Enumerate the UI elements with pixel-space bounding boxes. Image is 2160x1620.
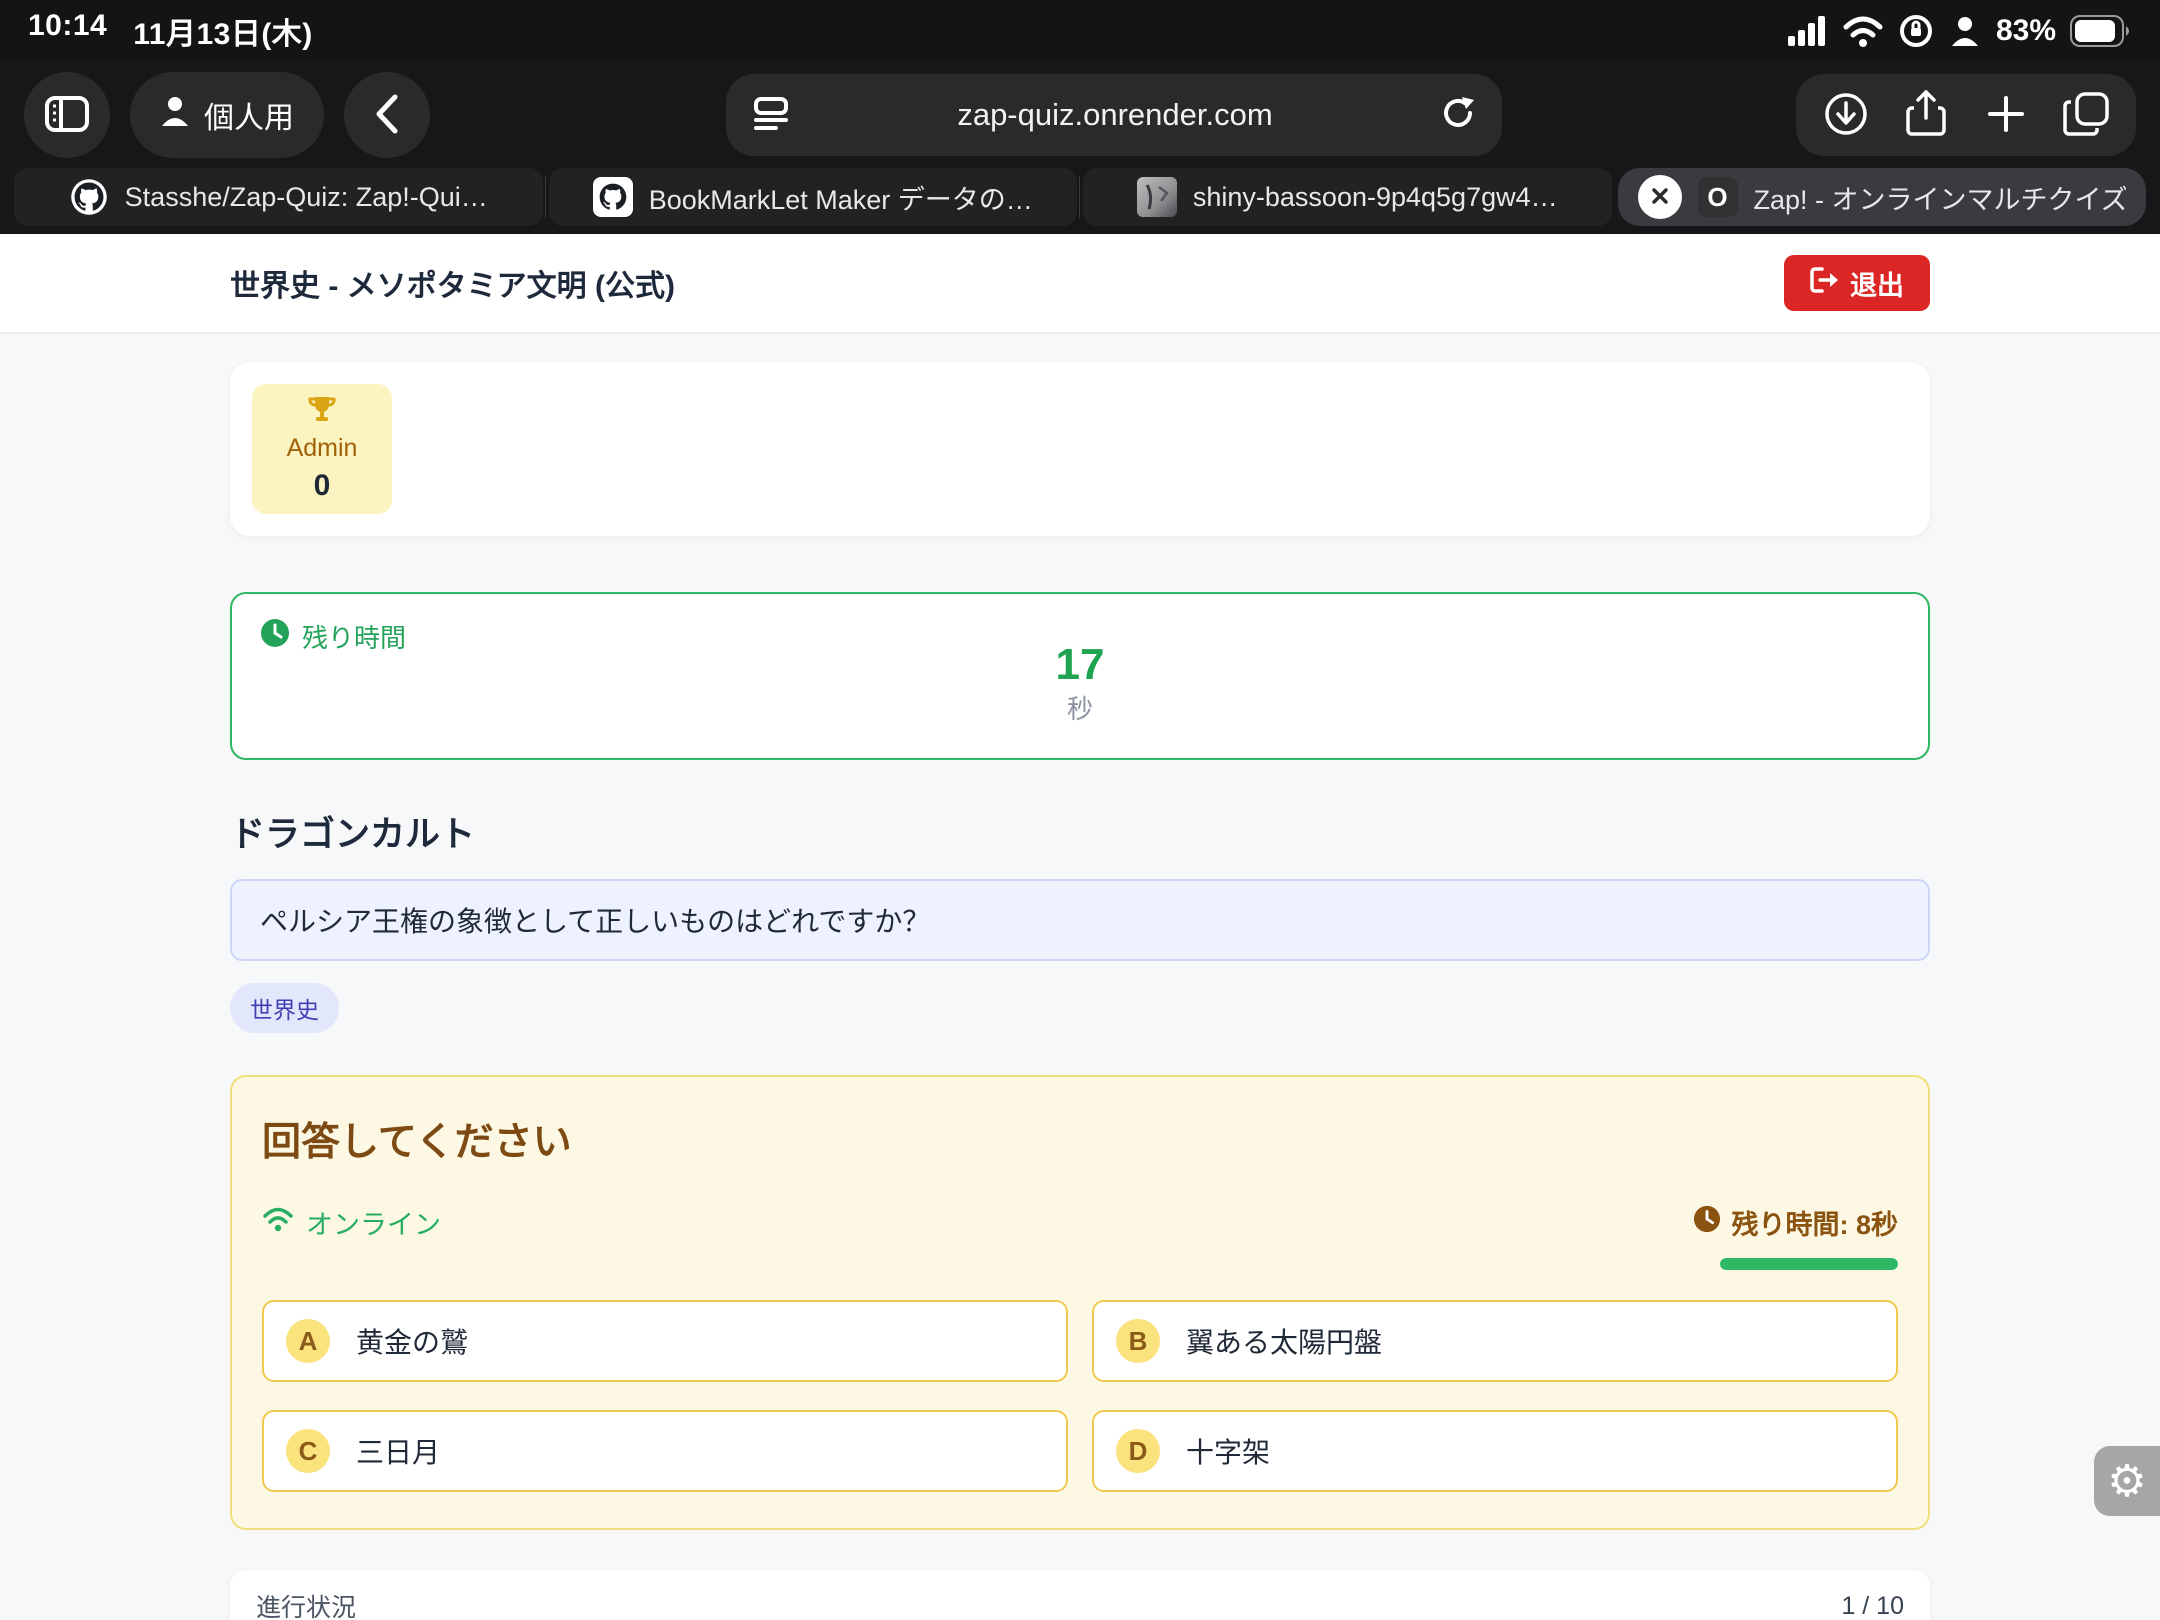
tab-zap-quiz-active[interactable]: O Zap! - オンラインマルチクイズ… bbox=[1618, 168, 2147, 226]
tab-strip: Stasshe/Zap-Quiz: Zap!-Qui… BookMarkLet … bbox=[0, 168, 2160, 234]
settings-fab[interactable]: ⚙ bbox=[2094, 1446, 2160, 1516]
timer-unit: 秒 bbox=[260, 689, 1900, 726]
download-icon bbox=[1824, 92, 1868, 139]
answer-timer-fill bbox=[1720, 1258, 1898, 1270]
profile-button[interactable]: 個人用 bbox=[130, 72, 324, 158]
question-text: ペルシア王権の象徴として正しいものはどれですか？ bbox=[260, 900, 930, 940]
tab-title: BookMarkLet Maker データの… bbox=[649, 178, 1033, 217]
option-b-button[interactable]: B 翼ある太陽円盤 bbox=[1092, 1300, 1898, 1382]
image-favicon bbox=[1137, 177, 1177, 217]
user-status-icon bbox=[1948, 14, 1982, 48]
tab-title: Stasshe/Zap-Quiz: Zap!-Qui… bbox=[125, 182, 488, 213]
question-title: ドラゴンカルト bbox=[230, 806, 1930, 857]
clock-time: 10:14 bbox=[28, 9, 107, 53]
exit-label: 退出 bbox=[1850, 264, 1904, 303]
progress-label: 進行状況 bbox=[256, 1588, 356, 1620]
close-tab-button[interactable] bbox=[1638, 175, 1682, 219]
tab-title: Zap! - オンラインマルチクイズ… bbox=[1754, 178, 2127, 217]
close-icon bbox=[1650, 186, 1670, 209]
quiz-title: 世界史 - メソポタミア文明 (公式) bbox=[230, 261, 675, 305]
cellular-signal-icon bbox=[1788, 16, 1828, 46]
progress-value: 1 / 10 bbox=[1841, 1592, 1904, 1620]
progress-card: 進行状況 1 / 10 bbox=[230, 1570, 1930, 1620]
online-status: オンライン bbox=[262, 1203, 441, 1242]
question-text-box: ペルシア王権の象徴として正しいものはどれですか？ bbox=[230, 879, 1930, 961]
tab-title: shiny-bassoon-9p4q5g7gw4… bbox=[1193, 182, 1558, 213]
wifi-icon bbox=[1842, 15, 1884, 47]
new-tab-button[interactable] bbox=[1966, 75, 2046, 155]
answer-time-left: 残り時間: 8秒 bbox=[1731, 1203, 1898, 1242]
github-icon bbox=[69, 177, 109, 217]
tab-shiny-bassoon[interactable]: shiny-bassoon-9p4q5g7gw4… bbox=[1083, 168, 1612, 226]
rotation-lock-icon bbox=[1898, 13, 1934, 49]
player-tile-admin: Admin 0 bbox=[252, 384, 392, 514]
download-button[interactable] bbox=[1806, 75, 1886, 155]
safari-toolbar: 個人用 zap-quiz.onrender.com bbox=[0, 62, 2160, 168]
option-d-button[interactable]: D 十字架 bbox=[1092, 1410, 1898, 1492]
url-bar[interactable]: zap-quiz.onrender.com bbox=[726, 74, 1502, 156]
zap-favicon: O bbox=[1698, 177, 1738, 217]
player-name: Admin bbox=[287, 434, 358, 463]
battery-percent: 83% bbox=[1996, 14, 2056, 48]
wifi-online-icon bbox=[262, 1206, 294, 1239]
trophy-icon bbox=[307, 395, 337, 428]
answer-heading: 回答してください bbox=[262, 1111, 1898, 1167]
tabs-overview-button[interactable] bbox=[2046, 75, 2126, 155]
profile-label: 個人用 bbox=[204, 93, 294, 137]
url-text: zap-quiz.onrender.com bbox=[790, 97, 1440, 133]
sidebar-icon bbox=[45, 96, 89, 135]
answer-timer: 残り時間: 8秒 bbox=[1693, 1203, 1898, 1270]
toolbar-right-buttons bbox=[1796, 74, 2136, 156]
back-button[interactable] bbox=[344, 72, 430, 158]
plus-icon bbox=[1986, 94, 2026, 137]
quiz-header: 世界史 - メソポタミア文明 (公式) 退出 bbox=[0, 234, 2160, 334]
web-page: 世界史 - メソポタミア文明 (公式) 退出 Admin 0 bbox=[0, 234, 2160, 1620]
chevron-left-icon bbox=[373, 93, 401, 138]
option-letter-badge: C bbox=[286, 1429, 330, 1473]
reload-icon[interactable] bbox=[1440, 94, 1476, 137]
page-format-icon bbox=[752, 95, 790, 136]
option-text: 翼ある太陽円盤 bbox=[1186, 1321, 1382, 1361]
status-date: 11月13日(木) bbox=[133, 9, 313, 53]
timer-value: 17 bbox=[260, 643, 1900, 687]
status-bar: 10:14 11月13日(木) 83% bbox=[0, 0, 2160, 62]
answer-panel: 回答してください オンライン 残り時間: 8秒 bbox=[230, 1075, 1930, 1530]
ipad-screen: 10:14 11月13日(木) 83% bbox=[0, 0, 2160, 1620]
share-icon bbox=[1906, 90, 1946, 141]
share-button[interactable] bbox=[1886, 75, 1966, 155]
logout-icon bbox=[1810, 267, 1838, 300]
person-icon bbox=[160, 95, 190, 135]
player-score: 0 bbox=[314, 469, 331, 503]
option-text: 十字架 bbox=[1186, 1431, 1270, 1471]
tab-github-repo[interactable]: Stasshe/Zap-Quiz: Zap!-Qui… bbox=[14, 168, 543, 226]
option-letter-badge: B bbox=[1116, 1319, 1160, 1363]
exit-button[interactable]: 退出 bbox=[1784, 255, 1930, 311]
settings-gear-icon: ⚙ bbox=[2107, 1456, 2146, 1507]
tab-bookmarklet-maker[interactable]: BookMarkLet Maker データの… bbox=[549, 168, 1078, 226]
players-card: Admin 0 bbox=[230, 362, 1930, 536]
category-badge: 世界史 bbox=[230, 983, 339, 1033]
sidebar-toggle-button[interactable] bbox=[24, 72, 110, 158]
option-text: 三日月 bbox=[356, 1431, 440, 1471]
option-c-button[interactable]: C 三日月 bbox=[262, 1410, 1068, 1492]
online-label: オンライン bbox=[306, 1203, 441, 1242]
option-text: 黄金の鷲 bbox=[356, 1321, 468, 1361]
option-a-button[interactable]: A 黄金の鷲 bbox=[262, 1300, 1068, 1382]
clock-icon bbox=[1693, 1205, 1721, 1240]
tabs-icon bbox=[2063, 92, 2109, 139]
battery-icon bbox=[2070, 15, 2132, 47]
timer-card: 残り時間 17 秒 bbox=[230, 592, 1930, 760]
github-icon bbox=[593, 177, 633, 217]
option-letter-badge: D bbox=[1116, 1429, 1160, 1473]
option-letter-badge: A bbox=[286, 1319, 330, 1363]
answer-timer-track bbox=[1720, 1258, 1898, 1270]
options-grid: A 黄金の鷲 B 翼ある太陽円盤 C 三日月 D 十字架 bbox=[262, 1300, 1898, 1492]
